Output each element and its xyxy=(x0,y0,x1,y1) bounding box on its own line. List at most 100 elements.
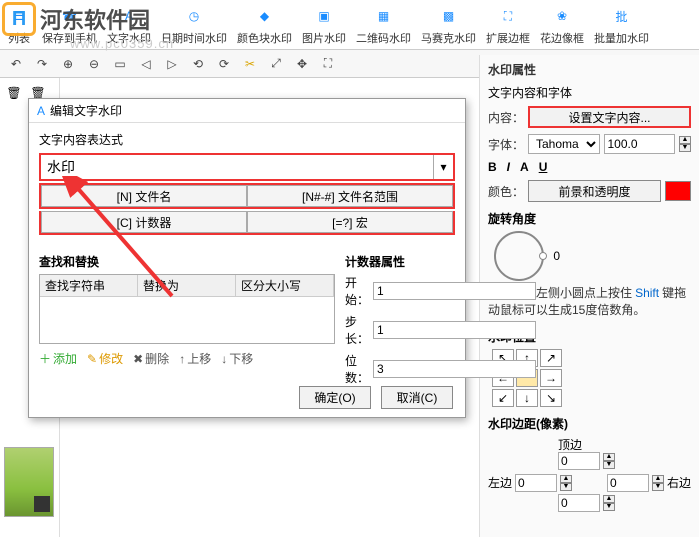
tb-mosaic-wm[interactable]: ▩马赛克水印 xyxy=(421,3,476,46)
undo-icon[interactable]: ↶ xyxy=(6,54,26,74)
dialog-titlebar[interactable]: A 编辑文字水印 xyxy=(29,99,465,123)
site-url: www.pc0359.cn xyxy=(70,36,174,51)
delete-button[interactable]: ✖删除 xyxy=(133,350,169,367)
step-input[interactable] xyxy=(373,321,536,339)
x-icon: ✖ xyxy=(133,352,143,366)
quick-macro[interactable]: [=?] 宏 xyxy=(247,211,453,233)
expr-combo: ▾ xyxy=(39,153,455,181)
expr-dropdown-icon[interactable]: ▾ xyxy=(433,155,453,179)
move-icon[interactable]: ✥ xyxy=(292,54,312,74)
color-swatch[interactable] xyxy=(665,181,691,201)
tb-colorblock-wm[interactable]: ◆颜色块水印 xyxy=(237,3,292,46)
font-size-spin[interactable]: ▲▼ xyxy=(679,136,691,152)
fg-opacity-button[interactable]: 前景和透明度 xyxy=(528,180,661,202)
down-button[interactable]: ↓下移 xyxy=(221,350,253,367)
margin-top-spin[interactable]: ▲▼ xyxy=(603,453,615,469)
phone-icon: ☎ xyxy=(57,3,83,29)
pos-br[interactable]: ↘ xyxy=(540,389,562,407)
fontcolor-button[interactable]: A xyxy=(520,160,529,174)
step-label: 步长： xyxy=(345,313,369,347)
rotate-l-icon[interactable]: ⟲ xyxy=(188,54,208,74)
pencil-icon: ✎ xyxy=(87,352,97,366)
plus-icon: ＋ xyxy=(39,350,51,367)
crop-icon[interactable]: ✂ xyxy=(240,54,260,74)
tb-list[interactable]: ☰列表 xyxy=(6,3,32,46)
mosaic-icon: ▩ xyxy=(436,3,462,29)
tb-lace-frame[interactable]: ❀花边像框 xyxy=(540,3,584,46)
fullscreen-icon[interactable]: ⛶ xyxy=(318,54,338,74)
underline-button[interactable]: U xyxy=(539,160,548,174)
col-case[interactable]: 区分大小写 xyxy=(236,275,334,296)
margin-bottom-input[interactable] xyxy=(558,494,600,512)
digits-input[interactable] xyxy=(373,360,536,378)
fit-icon[interactable]: ▭ xyxy=(110,54,130,74)
image-icon: ▣ xyxy=(311,3,337,29)
margin-right-spin[interactable]: ▲▼ xyxy=(652,475,664,491)
trash-outline-icon[interactable]: 🗑 xyxy=(4,82,24,104)
tb-label: 马赛克水印 xyxy=(421,30,476,46)
zoom-out-icon[interactable]: ⊖ xyxy=(84,54,104,74)
expr-label: 文字内容表达式 xyxy=(39,131,455,148)
italic-button[interactable]: I xyxy=(507,160,510,174)
tb-extend-border[interactable]: ⛶扩展边框 xyxy=(486,3,530,46)
bold-button[interactable]: B xyxy=(488,160,497,174)
margin-title: 水印边距(像素) xyxy=(488,415,691,432)
flip-v-icon[interactable]: ▷ xyxy=(162,54,182,74)
counter-box: 计数器属性 开始： 步长： 位数： xyxy=(345,253,455,391)
redo-icon[interactable]: ↷ xyxy=(32,54,52,74)
add-button[interactable]: ＋添加 xyxy=(39,350,77,367)
font-select[interactable]: Tahoma xyxy=(528,134,600,154)
color-label: 颜色： xyxy=(488,183,524,200)
rotate-r-icon[interactable]: ⟳ xyxy=(214,54,234,74)
set-content-button[interactable]: 设置文字内容... xyxy=(528,106,691,128)
resize-icon[interactable]: ⤢ xyxy=(266,54,286,74)
margin-top-input[interactable] xyxy=(558,452,600,470)
font-section-label: 文字内容和字体 xyxy=(488,84,691,101)
pos-bl[interactable]: ↙ xyxy=(492,389,514,407)
flip-h-icon[interactable]: ◁ xyxy=(136,54,156,74)
find-table[interactable]: 查找字符串 替换为 区分大小写 xyxy=(39,274,335,344)
clock-icon: ◷ xyxy=(181,3,207,29)
thumbnail[interactable] xyxy=(4,447,54,517)
expr-input[interactable] xyxy=(41,155,433,179)
ok-button[interactable]: 确定(O) xyxy=(299,386,371,409)
margin-left-input[interactable] xyxy=(515,474,557,492)
quick-filename-range[interactable]: [N#-#] 文件名范围 xyxy=(247,185,453,207)
start-label: 开始： xyxy=(345,274,369,308)
quick-filename[interactable]: [N] 文件名 xyxy=(41,185,247,207)
text-icon: A xyxy=(116,3,142,29)
tb-batch-wm[interactable]: 批批量加水印 xyxy=(594,3,649,46)
quick-counter[interactable]: [C] 计数器 xyxy=(41,211,247,233)
rotate-handle-icon[interactable] xyxy=(539,252,547,260)
margin-left-spin[interactable]: ▲▼ xyxy=(560,475,572,491)
margin-right-input[interactable] xyxy=(607,474,649,492)
margin-top-label: 顶边 xyxy=(558,436,582,453)
tb-image-wm[interactable]: ▣图片水印 xyxy=(302,3,346,46)
rotate-dial[interactable]: 0 xyxy=(494,231,544,281)
qrcode-icon: ▦ xyxy=(371,3,397,29)
pos-bc[interactable]: ↓ xyxy=(516,389,538,407)
col-find[interactable]: 查找字符串 xyxy=(40,275,138,296)
start-input[interactable] xyxy=(373,282,536,300)
pos-mr[interactable]: → xyxy=(540,369,562,387)
tb-qrcode-wm[interactable]: ▦二维码水印 xyxy=(356,3,411,46)
margin-right-label: 右边 xyxy=(667,474,691,491)
text-icon: A xyxy=(37,104,45,118)
rotate-title: 旋转角度 xyxy=(488,210,691,227)
counter-title: 计数器属性 xyxy=(345,253,455,270)
margin-left-label: 左边 xyxy=(488,474,512,491)
panel-title: 水印属性 xyxy=(488,61,691,78)
tb-label: 花边像框 xyxy=(540,30,584,46)
tb-label: 颜色块水印 xyxy=(237,30,292,46)
edit-button[interactable]: ✎修改 xyxy=(87,350,123,367)
list-icon: ☰ xyxy=(6,3,32,29)
pos-tr[interactable]: ↗ xyxy=(540,349,562,367)
up-button[interactable]: ↑上移 xyxy=(179,350,211,367)
cancel-button[interactable]: 取消(C) xyxy=(381,386,453,409)
rotate-value: 0 xyxy=(553,249,560,263)
margin-bottom-spin[interactable]: ▲▼ xyxy=(603,495,615,511)
style-row: B I A U xyxy=(488,160,691,174)
font-size-input[interactable] xyxy=(604,134,676,154)
col-replace[interactable]: 替换为 xyxy=(138,275,236,296)
zoom-in-icon[interactable]: ⊕ xyxy=(58,54,78,74)
